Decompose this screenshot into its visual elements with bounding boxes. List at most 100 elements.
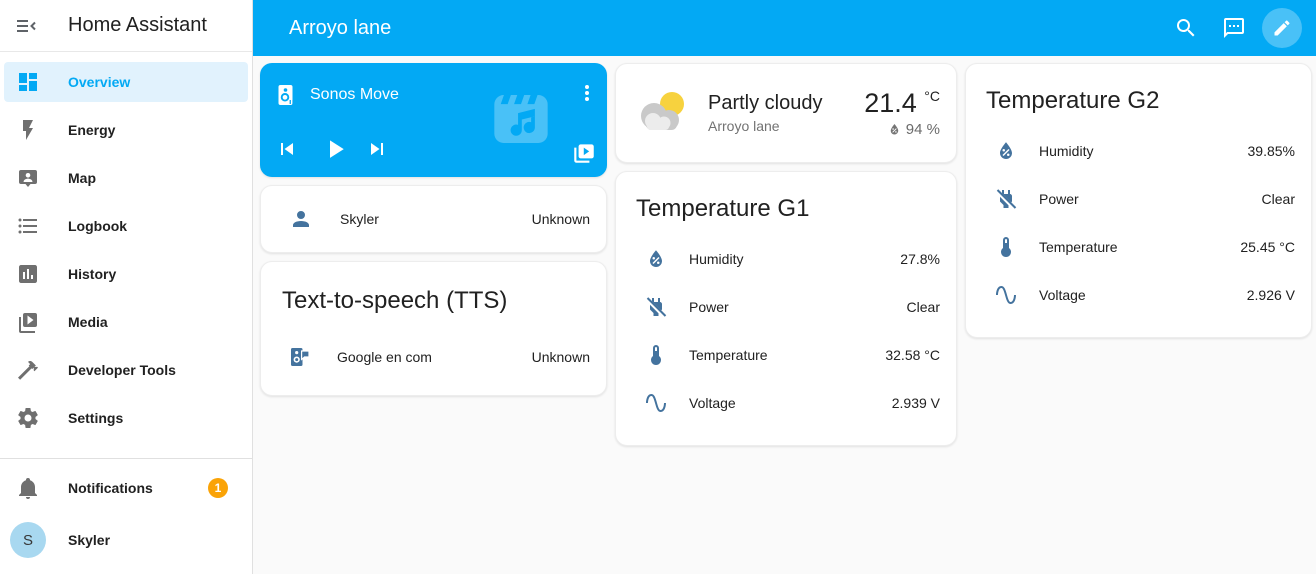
power-row[interactable]: Power Clear: [634, 283, 940, 331]
speaker-message-icon: [287, 345, 311, 369]
temperature-g1-card: Temperature G1 Humidity 27.8% Power Clea…: [615, 171, 957, 446]
gear-icon: [16, 406, 40, 430]
sidebar-header: Home Assistant: [0, 0, 252, 52]
temperature-row[interactable]: Temperature 25.45 °C: [984, 223, 1295, 271]
humidity-row[interactable]: Humidity 27.8%: [634, 235, 940, 283]
weather-text: Partly cloudy Arroyo lane: [708, 92, 823, 134]
person-state: Unknown: [531, 211, 590, 227]
notification-badge: 1: [208, 478, 228, 498]
browse-media-icon[interactable]: [571, 140, 597, 166]
power-plug-off-icon: [644, 295, 668, 319]
entity-name: Voltage: [1039, 287, 1086, 303]
search-button[interactable]: [1162, 4, 1210, 52]
sidebar-item-label: Map: [68, 170, 96, 186]
app-header: Arroyo lane: [253, 0, 1316, 56]
power-row[interactable]: Power Clear: [984, 175, 1295, 223]
sidebar-item-label: Settings: [68, 410, 124, 426]
entity-name: Power: [1039, 191, 1079, 207]
sidebar-item-overview[interactable]: Overview: [4, 62, 248, 102]
entity-name: Humidity: [689, 251, 744, 267]
dashboard-view: Sonos Move Skyler Unknown Text-to-speech…: [253, 56, 1316, 574]
sidebar-item-notifications[interactable]: Notifications 1: [4, 468, 248, 508]
sidebar-user[interactable]: S Skyler: [4, 516, 248, 564]
weather-card[interactable]: Partly cloudy Arroyo lane 21.4 °C 94 %: [615, 63, 957, 163]
entity-name: Voltage: [689, 395, 736, 411]
play-box-multiple-icon: [16, 310, 40, 334]
sidebar-item-label: Energy: [68, 122, 116, 138]
tts-state: Unknown: [531, 349, 590, 365]
sine-wave-icon: [994, 283, 1018, 307]
entity-state: 27.8%: [900, 251, 940, 267]
sine-wave-icon: [644, 391, 668, 415]
sidebar-item-media[interactable]: Media: [4, 302, 248, 342]
sidebar-item-map[interactable]: Map: [4, 158, 248, 198]
sidebar-item-label: Media: [68, 314, 108, 330]
view-dashboard-icon: [16, 70, 40, 94]
sidebar-item-energy[interactable]: Energy: [4, 110, 248, 150]
entity-state: 2.939 V: [891, 395, 940, 411]
sidebar-item-logbook[interactable]: Logbook: [4, 206, 248, 246]
sidebar-item-developer-tools[interactable]: Developer Tools: [4, 350, 248, 390]
weather-temperature: 21.4: [864, 88, 917, 118]
entity-name: Humidity: [1039, 143, 1094, 159]
person-card[interactable]: Skyler Unknown: [260, 185, 607, 253]
entity-state: 32.58 °C: [885, 347, 940, 363]
play-icon[interactable]: [320, 134, 350, 164]
weather-temperature-unit: °C: [924, 88, 940, 104]
entity-state: Clear: [906, 299, 940, 315]
voltage-row[interactable]: Voltage 2.926 V: [984, 271, 1295, 319]
column-1: Sonos Move Skyler Unknown Text-to-speech…: [260, 63, 607, 574]
thermometer-icon: [994, 235, 1018, 259]
user-name: Skyler: [68, 532, 111, 548]
sidebar-item-history[interactable]: History: [4, 254, 248, 294]
list-bulleted-icon: [16, 214, 40, 238]
person-icon: [289, 207, 313, 231]
column-3: Temperature G2 Humidity 39.85% Power Cle…: [965, 63, 1312, 574]
lightning-bolt-icon: [16, 118, 40, 142]
water-percent-icon: [994, 139, 1018, 163]
pencil-icon: [1272, 18, 1292, 38]
avatar: S: [10, 522, 46, 558]
temperature-g1-title: Temperature G1: [636, 195, 810, 222]
voltage-row[interactable]: Voltage 2.939 V: [634, 379, 940, 427]
header-actions: [1162, 4, 1306, 52]
sidebar-item-label: History: [68, 266, 117, 282]
sidebar-menu: Overview Energy Map Logbook History Medi…: [0, 52, 252, 438]
tts-card: Text-to-speech (TTS) Google en com Unkno…: [260, 261, 607, 396]
sidebar-item-settings[interactable]: Settings: [4, 398, 248, 438]
person-name: Skyler: [340, 211, 379, 227]
more-options-icon[interactable]: [575, 81, 599, 105]
temperature-g2-title: Temperature G2: [986, 87, 1160, 114]
page-title: Arroyo lane: [289, 16, 392, 39]
water-percent-icon: [644, 247, 668, 271]
tts-card-title: Text-to-speech (TTS): [282, 287, 508, 314]
entity-state: 25.45 °C: [1240, 239, 1295, 255]
account-location-icon: [16, 166, 40, 190]
hammer-icon: [16, 358, 40, 382]
skip-next-icon[interactable]: [365, 137, 389, 161]
skip-previous-icon[interactable]: [275, 137, 299, 161]
assist-button[interactable]: [1210, 4, 1258, 52]
weather-humidity: 94 %: [905, 121, 940, 138]
tts-entity-row[interactable]: Google en com Unknown: [282, 337, 590, 377]
humidity-row[interactable]: Humidity 39.85%: [984, 127, 1295, 175]
chat-bubble-icon: [1222, 16, 1246, 40]
movie-music-placeholder-icon: [489, 87, 553, 151]
entity-name: Power: [689, 299, 729, 315]
speaker-pause-icon: [274, 83, 298, 107]
sidebar: Home Assistant Overview Energy Map Logbo…: [0, 0, 253, 574]
sidebar-item-label: Logbook: [68, 218, 128, 234]
media-player-card[interactable]: Sonos Move: [260, 63, 607, 177]
entity-state: Clear: [1261, 191, 1295, 207]
sidebar-item-label: Overview: [68, 74, 131, 90]
weather-readings: 21.4 °C 94 %: [864, 88, 940, 138]
app-title: Home Assistant: [68, 14, 207, 36]
sidebar-toggle-icon[interactable]: [14, 14, 38, 38]
weather-condition: Partly cloudy: [708, 92, 823, 114]
weather-location: Arroyo lane: [708, 118, 780, 134]
partly-cloudy-icon: [634, 90, 692, 136]
temperature-row[interactable]: Temperature 32.58 °C: [634, 331, 940, 379]
sidebar-bottom: Notifications 1 S Skyler: [0, 458, 252, 574]
edit-dashboard-button[interactable]: [1258, 4, 1306, 52]
media-player-name: Sonos Move: [310, 86, 399, 103]
